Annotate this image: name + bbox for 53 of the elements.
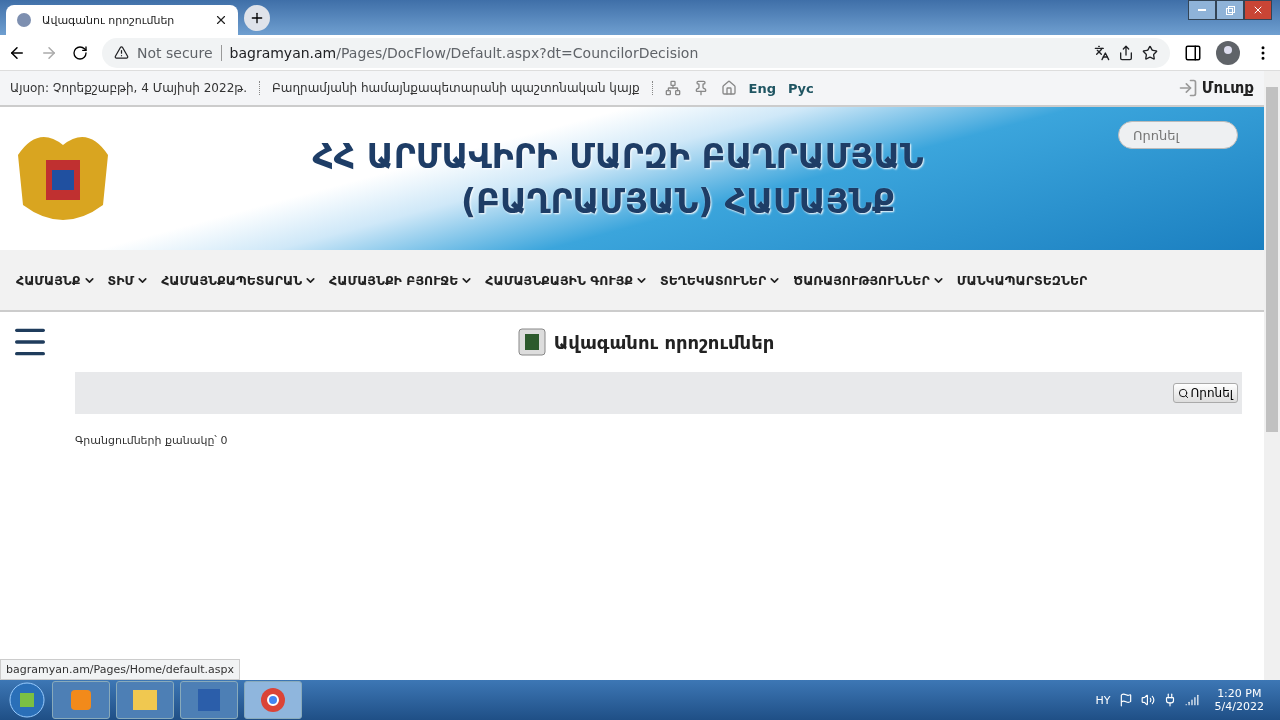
language-link[interactable]: Eng <box>748 80 776 96</box>
page-heading: Ավագանու որոշումներ <box>553 331 775 353</box>
new-tab-button[interactable] <box>244 5 270 31</box>
reload-icon[interactable] <box>72 44 88 61</box>
close-icon <box>1252 4 1264 16</box>
nav-item[interactable]: ՀԱՄԱՅՆՔԻ ԲՅՈՒՋԵ <box>329 272 474 288</box>
date-text: Այսօր: Չորեքշաբթի, 4 Մայիսի 2022թ. <box>10 81 260 95</box>
share-icon[interactable] <box>1118 44 1134 61</box>
language-link[interactable]: Рус <box>788 80 814 96</box>
close-icon[interactable] <box>214 13 228 27</box>
nav-item[interactable]: ՀԱՄԱՅՆՔԱՊԵՏԱՐԱՆ <box>161 272 318 288</box>
site-text: Բաղրամյանի համայնքապետարանի պաշտոնական կայք <box>271 81 653 95</box>
signal-icon[interactable] <box>1184 693 1199 707</box>
search-icon <box>1177 387 1189 399</box>
sitemap-icon[interactable] <box>664 80 681 96</box>
flag-icon[interactable] <box>1118 693 1133 707</box>
close-window-button[interactable] <box>1244 0 1272 20</box>
address-bar[interactable]: Not secure bagramyan.am/Pages/DocFlow/Default.aspx?dt=CouncilorDecision <box>102 37 1170 68</box>
record-count: Գրանցումների քանակը՝ 0 <box>75 434 229 447</box>
home-icon[interactable] <box>720 80 737 96</box>
document-icon <box>517 328 546 356</box>
clock[interactable]: 1:20 PM 5/4/2022 <box>1214 687 1264 713</box>
browser-tab[interactable]: Ավագանու որոշումներ <box>6 5 238 35</box>
language-indicator[interactable]: HY <box>1095 693 1111 707</box>
nav-item[interactable]: ՏԵՂԵԿԱՏՈՒՆԵՐ <box>660 272 782 288</box>
taskbar-icon[interactable] <box>244 681 302 719</box>
taskbar-icon[interactable] <box>116 681 174 719</box>
taskbar-icon[interactable] <box>180 681 238 719</box>
login-icon <box>1177 78 1198 98</box>
warning-icon <box>114 45 129 60</box>
search-field[interactable]: Որոնել <box>1118 121 1238 149</box>
status-url: bagramyan.am/Pages/Home/default.aspx <box>0 659 240 680</box>
speaker-icon[interactable] <box>1140 693 1155 707</box>
minimize-icon <box>1198 9 1206 11</box>
avatar-icon[interactable] <box>1216 40 1240 65</box>
nav-item[interactable]: ՄԱՆԿԱՊԱՐՏԵԶՆԵՐ <box>956 272 1088 288</box>
restore-icon <box>1225 5 1235 15</box>
plus-icon <box>249 10 265 26</box>
start-button[interactable] <box>8 681 46 719</box>
header-title: ՀՀ ԱՐՄԱՎԻՐԻ ՄԱՐԶԻ ԲԱՂՐԱՄՅԱՆ <box>312 136 924 176</box>
side-panel-icon[interactable] <box>1184 43 1202 62</box>
star-icon[interactable] <box>1142 44 1158 61</box>
translate-icon[interactable] <box>1094 44 1110 61</box>
nav-item[interactable]: ՏԻՄ <box>107 272 150 288</box>
search-button[interactable]: Որոնել <box>1172 383 1238 403</box>
restore-button[interactable] <box>1216 0 1244 20</box>
login-link[interactable]: Մուտք <box>1177 78 1254 98</box>
nav-item[interactable]: ՀԱՄԱՅՆՔԱՅԻՆ ԳՈՒՅՔ <box>485 272 648 288</box>
nav-item[interactable]: ԾԱՌԱՅՈՒԹՅՈՒՆՆԵՐ <box>793 272 945 288</box>
minimize-button[interactable] <box>1188 0 1216 20</box>
scrollbar[interactable] <box>1264 71 1280 680</box>
header-title: (ԲԱՂՐԱՄՅԱՆ) ՀԱՄԱՅՆՔ <box>460 181 896 221</box>
nav-item[interactable]: ՀԱՄԱՅՆՔ <box>16 272 96 288</box>
